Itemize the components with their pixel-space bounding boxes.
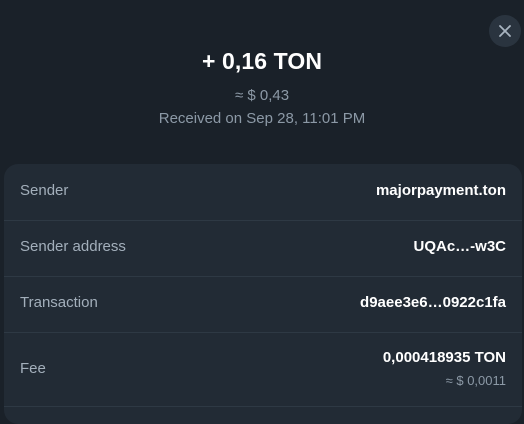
- transaction-hash-value[interactable]: d9aee3e6…0922c1fa: [360, 294, 506, 311]
- sender-address-row[interactable]: Sender address UQAc…-w3C: [4, 220, 522, 277]
- close-button[interactable]: [489, 15, 521, 47]
- fee-row: Fee 0,000418935 TON ≈ $ 0,0011: [4, 332, 522, 407]
- received-timestamp: Received on Sep 28, 11:01 PM: [158, 110, 366, 127]
- fee-label: Fee: [20, 360, 46, 377]
- close-icon: [499, 25, 511, 37]
- transaction-label: Transaction: [20, 294, 98, 311]
- fiat-value: ≈ $ 0,43: [234, 87, 290, 104]
- transaction-row[interactable]: Transaction d9aee3e6…0922c1fa: [4, 276, 522, 333]
- sender-label: Sender: [20, 182, 69, 199]
- sender-address-label: Sender address: [20, 238, 126, 255]
- transaction-details-card: Sender majorpayment.ton Sender address U…: [4, 164, 522, 424]
- sender-address-value[interactable]: UQAc…-w3C: [413, 238, 506, 255]
- fee-fiat-value: ≈ $ 0,0011: [445, 373, 506, 388]
- transaction-amount: + 0,16 TON: [201, 48, 323, 74]
- sender-value[interactable]: majorpayment.ton: [376, 182, 506, 199]
- fee-value: 0,000418935 TON: [382, 349, 506, 366]
- sender-row[interactable]: Sender majorpayment.ton: [4, 164, 522, 221]
